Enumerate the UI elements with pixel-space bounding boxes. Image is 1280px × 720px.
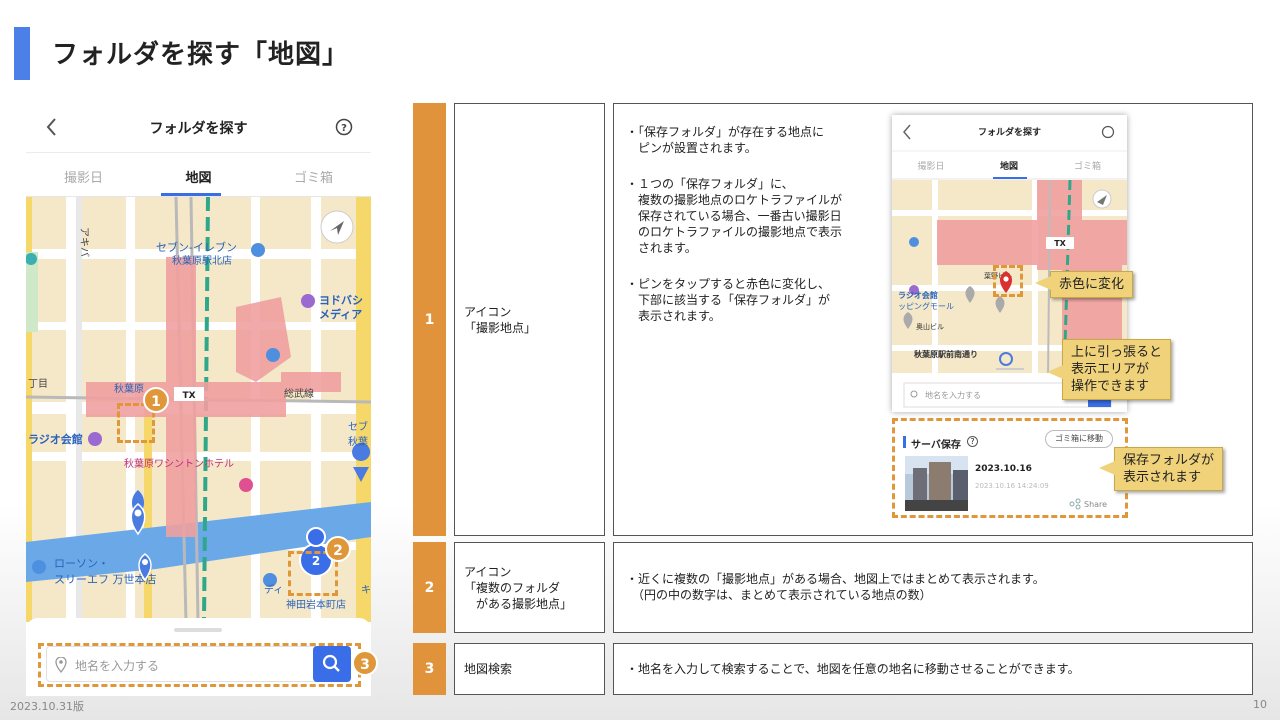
map-label-jr: TX xyxy=(182,391,195,401)
svg-text:?: ? xyxy=(341,123,347,134)
map-label-aki2: 秋葉 xyxy=(348,435,368,448)
row-3-bullet-1: ・地名を入力して検索することで、地図を任意の地名に移動させることができます。 xyxy=(626,662,1080,676)
phone-tab-bar: 撮影日 地図 ゴミ箱 xyxy=(26,153,371,197)
callout-pull-arrow xyxy=(1047,365,1063,379)
row-3-name-text: 地図検索 xyxy=(464,662,513,676)
callout-folder-shown: 保存フォルダが 表示されます xyxy=(1114,447,1224,491)
row-2-name-text: アイコン 「複数のフォルダ がある撮影地点」 xyxy=(464,564,573,611)
phone-page-title: フォルダを探す xyxy=(149,121,248,137)
mini-map-label-radio-sub: ッピングモール xyxy=(898,301,954,311)
drag-handle[interactable] xyxy=(174,628,222,632)
row-1-bullet-1: ・「保存フォルダ」が存在する地点に ピンが設置されます。 xyxy=(626,125,825,155)
map-label-sef: セブ xyxy=(348,420,368,433)
map-label-akiba-station: 秋葉原 xyxy=(114,382,144,395)
slide-title: フォルダを探す「地図」 xyxy=(52,40,350,70)
row-2-bullet-1: ・近くに複数の「撮影地点」がある場合、地図上ではまとめて表示されます。 （円の中… xyxy=(626,572,1045,602)
tab-trash[interactable]: ゴミ箱 xyxy=(256,167,371,186)
mini-map-label-oku: 奥山ビル xyxy=(916,322,944,331)
map-label-kanda: 神田岩本町店 xyxy=(286,598,346,611)
callout-folder-arrow xyxy=(1099,461,1115,475)
callout-red-change: 赤色に変化 xyxy=(1050,271,1134,298)
page-number: 10 xyxy=(1253,698,1267,711)
row-1-name: アイコン 「撮影地点」 xyxy=(454,103,605,536)
map-label-yodobashi-sub: メディア xyxy=(319,307,362,321)
callout-pull-up: 上に引っ張ると 表示エリアが 操作できます xyxy=(1062,339,1172,400)
map-label-washington: 秋葉原ワシントンホテル xyxy=(124,457,234,470)
row-2-name: アイコン 「複数のフォルダ がある撮影地点」 xyxy=(454,542,605,633)
highlight-search-3 xyxy=(38,643,361,687)
map-label-chome: 丁目 xyxy=(28,379,48,390)
phone-header: フォルダを探す ? xyxy=(26,103,371,153)
mini-search-placeholder: 地名を入力する xyxy=(925,391,981,400)
callout-red-arrow xyxy=(1035,276,1051,290)
map-label-ki: キ xyxy=(361,585,371,596)
tab-shooting-date[interactable]: 撮影日 xyxy=(26,167,141,186)
mini-tab-date: 撮影日 xyxy=(917,162,945,172)
row-1-bullet-2: ・１つの「保存フォルダ」に、 複数の撮影地点のロケトラファイルが 保存されている… xyxy=(626,177,843,255)
row-3-number: 3 xyxy=(413,643,446,695)
title-accent-bar xyxy=(14,27,30,80)
row-3-name: 地図検索 xyxy=(454,643,605,695)
row-2-description: ・近くに複数の「撮影地点」がある場合、地図上ではまとめて表示されます。 （円の中… xyxy=(613,542,1253,633)
row-3-description: ・地名を入力して検索することで、地図を任意の地名に移動させることができます。 xyxy=(613,643,1253,695)
map-label-radio: ラジオ会館 xyxy=(28,432,83,446)
badge-2: 2 xyxy=(325,536,351,562)
active-tab-indicator xyxy=(161,193,221,196)
highlight-red-pin xyxy=(993,265,1023,297)
map-label-di: ディ xyxy=(264,583,283,596)
row-1-bullet-3: ・ピンをタップすると赤色に変化し、 下部に該当する「保存フォルダ」が 表示されま… xyxy=(626,277,831,323)
mini-map-label-tx: TX xyxy=(1054,239,1066,248)
map-label-lawson: ローソン・ xyxy=(54,557,109,570)
badge-1: 1 xyxy=(143,387,169,413)
mini-map-label-street: 秋葉原駅前南通り xyxy=(913,349,978,359)
footer-date: 2023.10.31版 xyxy=(10,700,84,713)
map-label-sobu: 総武線 xyxy=(284,387,314,400)
phone-screenshot: フォルダを探す ? 撮影日 地図 ゴミ箱 TX 2 セブン-イレブン 秋葉原駅北… xyxy=(26,103,371,696)
mini-tab-map: 地図 xyxy=(999,162,1018,172)
map-label-akiba-vertical: アキバ xyxy=(78,227,90,257)
map-label-seven: セブン-イレブン xyxy=(156,240,237,254)
mini-map-label-radio: ラジオ会館 xyxy=(898,290,938,300)
tab-map[interactable]: 地図 xyxy=(141,167,256,186)
row-2-number: 2 xyxy=(413,542,446,633)
badge-3: 3 xyxy=(352,650,378,676)
mini-tab-trash: ゴミ箱 xyxy=(1073,162,1101,172)
mini-title: フォルダを探す xyxy=(977,128,1041,138)
help-icon[interactable]: ? xyxy=(335,118,353,136)
highlight-folder-card xyxy=(892,418,1128,518)
row-1-name-text: アイコン 「撮影地点」 xyxy=(464,304,537,335)
row-1-number: 1 xyxy=(413,103,446,536)
map-label-yodobashi: ヨドバシ xyxy=(319,294,363,307)
map-label-seven-sub: 秋葉原駅北店 xyxy=(172,254,232,267)
